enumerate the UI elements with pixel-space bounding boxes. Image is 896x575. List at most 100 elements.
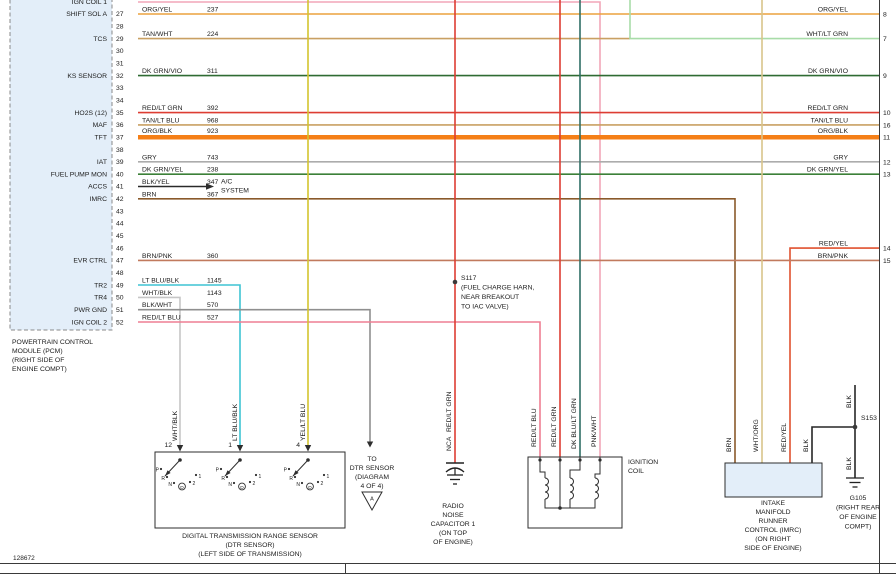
pcm-caption: (RIGHT SIDE OF bbox=[12, 357, 64, 364]
wire-color-label: BLK/WHT bbox=[142, 302, 172, 309]
circuit-number: 1143 bbox=[207, 290, 222, 297]
contact-label: 1 bbox=[259, 474, 262, 480]
wires bbox=[138, 0, 879, 478]
vertical-wire-label: BLK bbox=[846, 395, 853, 408]
offpage-label: DTR SENSOR bbox=[350, 465, 395, 472]
pcm-circuit-label: IAT bbox=[97, 159, 107, 166]
contact-label: N bbox=[228, 482, 232, 488]
imrc-caption: CONTROL (IMRC) bbox=[745, 527, 802, 534]
pin-number: 39 bbox=[116, 159, 124, 166]
contact-label: 2 bbox=[193, 481, 196, 487]
wire-color-label: WHT/BLK bbox=[142, 290, 173, 297]
circuit-number: 743 bbox=[207, 154, 219, 161]
switch-contact-dot bbox=[220, 468, 222, 470]
dtr-caption: (LEFT SIDE OF TRANSMISSION) bbox=[198, 551, 302, 558]
wire-color-label: LT BLU/BLK bbox=[142, 278, 180, 285]
circuit-number: 923 bbox=[207, 128, 219, 135]
pcm-circuit-label: MAF bbox=[93, 122, 107, 129]
vertical-wire-label: WHT/BLK bbox=[172, 410, 179, 441]
pin-number: 35 bbox=[116, 110, 124, 117]
circuit-number: 347 bbox=[207, 179, 219, 186]
circuit-number: 224 bbox=[207, 31, 219, 38]
splice-dot-icon bbox=[853, 425, 858, 430]
contact-label: 2 bbox=[321, 481, 324, 487]
pcm-circuit-label: TFT bbox=[95, 134, 107, 141]
pcm-circuit-label: ACCS bbox=[88, 184, 107, 191]
grid-ref: 14 bbox=[883, 246, 891, 253]
circuit-number: 367 bbox=[207, 191, 219, 198]
pin-number: 30 bbox=[116, 48, 124, 55]
pcm-circuit-label: TR2 bbox=[94, 282, 107, 289]
pcm-circuit-label: TCS bbox=[93, 36, 107, 43]
offpage-label: TO bbox=[367, 456, 376, 463]
vertical-wire-label: RED/LT GRN bbox=[446, 391, 453, 432]
grid-ref: 15 bbox=[883, 258, 891, 265]
switch-contact-dot bbox=[288, 468, 290, 470]
pcm-circuit-label: EVR CTRL bbox=[73, 258, 107, 265]
vertical-wire-label: PNK/WHT bbox=[591, 416, 598, 447]
switch-contact-dot bbox=[226, 476, 228, 478]
ground-g105: G105 (RIGHT REAR OF ENGINE COMPT) bbox=[836, 478, 880, 531]
coil-junction-dot bbox=[558, 506, 562, 510]
splice-label: S117 bbox=[461, 275, 477, 282]
wire-color-label: BLK/YEL bbox=[142, 179, 170, 186]
switch-contact-dot bbox=[255, 474, 257, 476]
dtr-caption: (DTR SENSOR) bbox=[225, 542, 274, 549]
pin-number: 33 bbox=[116, 85, 124, 92]
grid-ref: 16 bbox=[883, 122, 891, 129]
coil-terminal-dot bbox=[578, 458, 581, 461]
grid-ref: 9 bbox=[883, 73, 887, 80]
pcm-circuit-label: FUEL PUMP MON bbox=[51, 171, 107, 178]
splice-label: (FUEL CHARGE HARN, bbox=[461, 285, 534, 292]
vertical-wire-label: BLK bbox=[846, 457, 853, 470]
pin-number: 44 bbox=[116, 221, 124, 228]
contact-label: D bbox=[240, 485, 244, 491]
dtr-entry-arrowhead-icon bbox=[237, 445, 243, 452]
pcm-circuit-label: TR4 bbox=[94, 295, 107, 302]
capacitor-caption: (ON TOP bbox=[439, 530, 468, 537]
pin-number: 34 bbox=[116, 98, 124, 105]
vertical-wire-label: RED/LT BLU bbox=[531, 408, 538, 447]
wire-color-label: DK GRN/YEL bbox=[807, 167, 848, 174]
pcm-circuit-label: HO2S (12) bbox=[75, 110, 107, 117]
pcm-circuit-label: IMRC bbox=[90, 196, 107, 203]
vertical-wire-label: DK BLU/LT GRN bbox=[571, 398, 578, 449]
ground-label: OF ENGINE bbox=[839, 514, 877, 521]
wire-color-label: ORG/YEL bbox=[818, 7, 848, 14]
splice-label: S153 bbox=[861, 415, 877, 422]
circuit-number: 527 bbox=[207, 315, 219, 322]
wire-color-label: RED/YEL bbox=[819, 241, 848, 248]
wire-color-label: BRN bbox=[142, 191, 156, 198]
pcm-caption: POWERTRAIN CONTROL bbox=[12, 339, 93, 346]
wire-color-label: DK GRN/VIO bbox=[808, 68, 848, 75]
circuit-number: 392 bbox=[207, 105, 219, 112]
wire-color-label: BRN/PNK bbox=[818, 253, 849, 260]
contact-label: 1 bbox=[199, 474, 202, 480]
drawing-number: 128672 bbox=[13, 555, 35, 562]
pin-number: 48 bbox=[116, 270, 124, 277]
capacitor-caption: RADIO bbox=[442, 503, 464, 510]
coil-terminal-dot bbox=[538, 458, 541, 461]
coil-terminal-dot bbox=[598, 458, 601, 461]
wire-color-label: GRY bbox=[142, 154, 157, 161]
pin-number: 52 bbox=[116, 319, 124, 326]
pin-number: 41 bbox=[116, 184, 124, 191]
vertical-wire-label: WHT/ORG bbox=[753, 419, 760, 452]
ac-system-label: A/C bbox=[221, 179, 232, 186]
imrc-caption: INTAKE bbox=[761, 500, 786, 507]
pin-number: 46 bbox=[116, 245, 124, 252]
circuit-number: 237 bbox=[207, 7, 219, 14]
coil-terminal-dot bbox=[558, 458, 561, 461]
circuit-number: 1145 bbox=[207, 278, 222, 285]
offpage-label: 4 OF 4) bbox=[360, 483, 383, 490]
pin-number: 47 bbox=[116, 258, 124, 265]
splice-label: TO IAC VALVE) bbox=[461, 304, 509, 311]
grid-ref: 13 bbox=[883, 172, 891, 179]
pin-number: 43 bbox=[116, 208, 124, 215]
switch-contact-dot bbox=[189, 481, 191, 483]
splice-s117: S117 (FUEL CHARGE HARN, NEAR BREAKOUT TO… bbox=[453, 275, 535, 311]
pin-number: 29 bbox=[116, 36, 124, 43]
grid-ref: 10 bbox=[883, 110, 891, 117]
contact-label: R bbox=[161, 476, 165, 482]
ignition-coil-caption: COIL bbox=[628, 468, 644, 475]
